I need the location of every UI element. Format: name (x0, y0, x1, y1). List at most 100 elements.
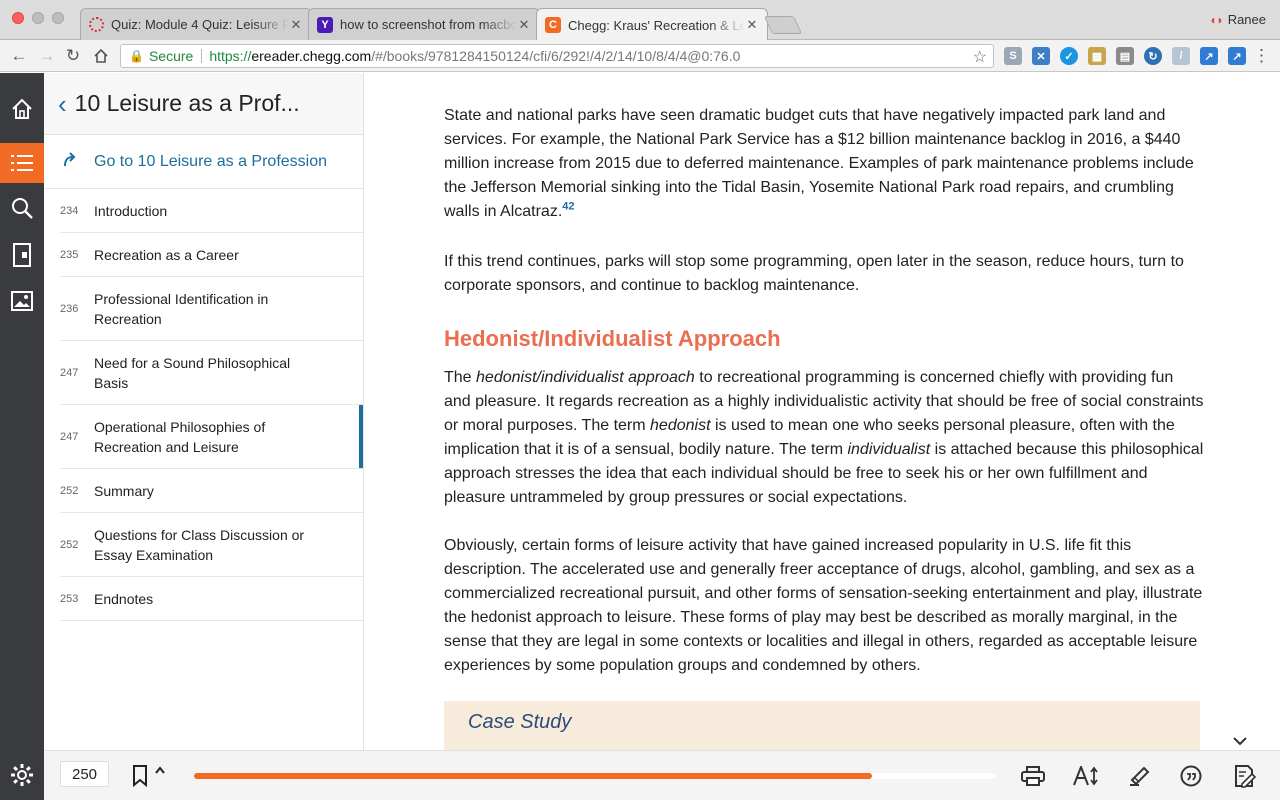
quote-icon[interactable] (1178, 763, 1204, 789)
toc-item-label: Operational Philosophies of Recreation a… (94, 418, 266, 455)
new-tab-button[interactable] (763, 16, 803, 34)
url-protocol: https:// (209, 48, 252, 64)
lock-icon: 🔒 (129, 49, 144, 63)
browser-toolbar: ← → ↻ 🔒 Secure https:// ereader.chegg.co… (0, 40, 1280, 72)
profile-sync-icon: ◖◗ (1209, 13, 1224, 27)
paragraph: Obviously, certain forms of leisure acti… (444, 537, 1203, 674)
section-heading: Hedonist/Individualist Approach (444, 326, 781, 351)
pen-extension-icon[interactable]: / (1172, 47, 1190, 65)
highlighter-icon[interactable] (1126, 763, 1152, 789)
toc-chapter-title: 10 Leisure as a Prof... (74, 90, 300, 116)
toc-item-selected[interactable]: 247 Operational Philosophies of Recreati… (60, 405, 363, 469)
toc-item-page: 252 (60, 484, 79, 497)
case-study-box: Case Study (444, 701, 1200, 750)
goto-chapter-link[interactable]: Go to 10 Leisure as a Profession (44, 135, 363, 189)
toc-item-label: Need for a Sound Philosophical Basis (94, 354, 291, 391)
bookmark-icon[interactable] (132, 765, 148, 792)
table-of-contents-panel: ‹ 10 Leisure as a Prof... Go to 10 Leisu… (44, 73, 364, 750)
tab-title: Chegg: Kraus' Recreation & Le (568, 17, 745, 33)
toc-item-label: Summary (94, 482, 154, 499)
toc-item-page: 236 (60, 302, 79, 315)
address-bar[interactable]: 🔒 Secure https:// ereader.chegg.com /#/b… (120, 44, 994, 68)
window-zoom-button[interactable] (52, 12, 64, 24)
toc-item-page: 252 (60, 538, 79, 551)
profile-button[interactable]: ◖◗ Ranee (1209, 12, 1266, 27)
secure-label: Secure (148, 48, 194, 64)
toc-item[interactable]: 234 Introduction (60, 189, 363, 233)
toc-item-label: Introduction (94, 202, 168, 219)
toc-item-label: Questions for Class Discussion or Essay … (94, 526, 305, 563)
browser-menu-icon[interactable]: ⋮ (1253, 46, 1270, 66)
toc-item[interactable]: 253 Endnotes (60, 577, 363, 621)
browser-tab-chegg[interactable]: C Chegg: Kraus' Recreation & Le ✕ (536, 8, 768, 41)
app-sidebar-rail (0, 73, 44, 800)
toc-item-page: 253 (60, 592, 79, 605)
chevron-left-icon[interactable]: ‹ (58, 91, 67, 117)
chevron-up-icon[interactable] (155, 765, 165, 777)
reading-progress-bar[interactable] (194, 773, 996, 779)
toc-item[interactable]: 247 Need for a Sound Philosophical Basis (60, 341, 363, 405)
case-study-title: Case Study (468, 711, 572, 733)
chegg-icon: C (545, 17, 561, 33)
translate-extension-icon[interactable]: ✕ (1032, 47, 1050, 65)
go-arrow-icon (62, 151, 94, 172)
reload-icon[interactable]: ↻ (62, 45, 84, 67)
home-icon[interactable] (0, 89, 44, 129)
paragraph: State and national parks have seen drama… (444, 107, 1194, 220)
url-path: /#/books/9781284150124/cfi/6/292!/4/2/14… (371, 48, 741, 64)
goto-chapter-label: Go to 10 Leisure as a Profession (94, 152, 328, 170)
tab-close-icon[interactable]: ✕ (517, 17, 531, 33)
url-host: ereader.chegg.com (251, 48, 372, 64)
tab-title: Quiz: Module 4 Quiz: Leisure P (111, 17, 289, 32)
share-extension-icon[interactable]: ↗ (1200, 47, 1218, 65)
browser-tab-yahoo[interactable]: Y how to screenshot from macbo ✕ (308, 8, 540, 40)
reader-extension-icon[interactable]: ▤ (1116, 47, 1134, 65)
window-minimize-button[interactable] (32, 12, 44, 24)
share-alt-extension-icon[interactable]: ↗ (1228, 47, 1246, 65)
print-icon[interactable] (1020, 763, 1046, 789)
toc-item-page: 247 (60, 430, 79, 443)
toc-item-page: 234 (60, 204, 79, 217)
yahoo-icon: Y (317, 16, 333, 33)
flashcard-icon[interactable] (0, 235, 44, 275)
window-close-button[interactable] (12, 12, 24, 24)
toc-item-label: Endnotes (94, 590, 154, 607)
canvas-icon (89, 17, 104, 32)
reading-progress-fill (194, 773, 872, 779)
toc-item-page: 247 (60, 366, 79, 379)
settings-gear-icon[interactable] (0, 750, 44, 800)
page-number-input[interactable]: 250 (60, 761, 109, 787)
toc-item[interactable]: 236 Professional Identification in Recre… (60, 277, 363, 341)
endnote-citation-link[interactable]: 42 (562, 201, 574, 213)
search-icon[interactable] (0, 188, 44, 228)
skype-extension-icon[interactable]: S (1004, 47, 1022, 65)
notes-icon[interactable] (1231, 763, 1257, 789)
paragraph: If this trend continues, parks will stop… (444, 253, 1184, 294)
table-of-contents-icon[interactable] (0, 143, 44, 183)
text-size-icon[interactable] (1073, 763, 1099, 789)
tab-title: how to screenshot from macbo (340, 17, 517, 32)
check-extension-icon[interactable]: ✓ (1060, 47, 1078, 65)
reader-content-area[interactable]: State and national parks have seen drama… (365, 73, 1280, 750)
toc-item-page: 235 (60, 248, 79, 261)
sync-extension-icon[interactable]: ↻ (1144, 47, 1162, 65)
forward-arrow-icon[interactable]: → (36, 45, 58, 67)
notes-extension-icon[interactable]: ▦ (1088, 47, 1106, 65)
browser-tab-quiz[interactable]: Quiz: Module 4 Quiz: Leisure P ✕ (80, 8, 312, 40)
toc-item[interactable]: 235 Recreation as a Career (60, 233, 363, 277)
bookmark-star-icon[interactable]: ☆ (973, 47, 987, 67)
chevron-down-icon[interactable] (1228, 731, 1252, 750)
reader-bottom-toolbar: 250 (44, 750, 1280, 800)
tab-close-icon[interactable]: ✕ (745, 17, 759, 33)
home-icon[interactable] (90, 45, 112, 67)
back-arrow-icon[interactable]: ← (8, 45, 30, 67)
paragraph: The hedonist/individualist approach to r… (444, 369, 1204, 506)
image-gallery-icon[interactable] (0, 281, 44, 321)
tab-close-icon[interactable]: ✕ (289, 17, 303, 33)
toc-item[interactable]: 252 Summary (60, 469, 363, 513)
toc-item-label: Recreation as a Career (94, 246, 239, 263)
toc-item[interactable]: 252 Questions for Class Discussion or Es… (60, 513, 363, 577)
profile-name: Ranee (1227, 12, 1266, 27)
toc-header: ‹ 10 Leisure as a Prof... (44, 73, 363, 135)
browser-tab-bar: Quiz: Module 4 Quiz: Leisure P ✕ Y how t… (0, 0, 1280, 41)
